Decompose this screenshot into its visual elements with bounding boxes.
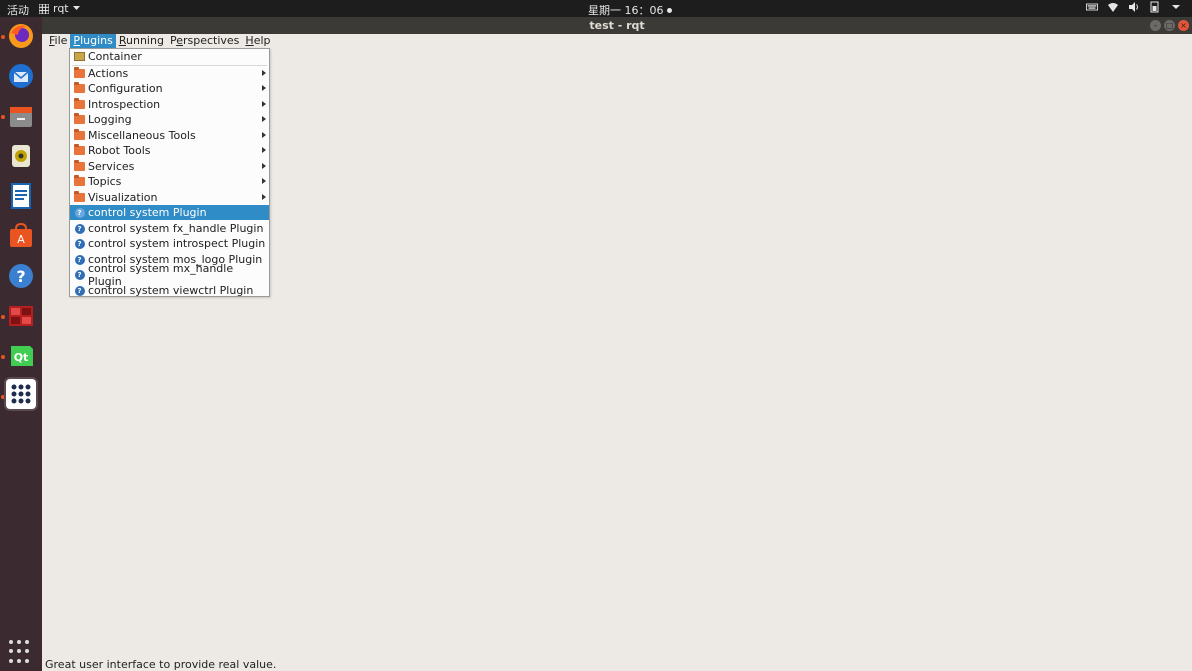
submenu-arrow-icon — [262, 163, 266, 169]
help-icon: ? — [74, 238, 85, 249]
menu-item-control-system-introspect-plugin[interactable]: ? control system introspect Plugin — [70, 236, 269, 251]
menu-item-label: Services — [88, 160, 135, 173]
menu-plugins[interactable]: Plugins — [70, 34, 116, 48]
folder-icon — [74, 175, 85, 187]
thunderbird-icon[interactable] — [4, 59, 38, 93]
svg-text:?: ? — [16, 267, 25, 286]
menu-item-control-system-mx-handle-plugin[interactable]: ? control system mx_handle Plugin — [70, 262, 269, 288]
menu-item-label: Miscellaneous Tools — [88, 129, 196, 142]
submenu-arrow-icon — [262, 132, 266, 138]
battery-icon — [1150, 1, 1159, 13]
submenu-arrow-icon — [262, 70, 266, 76]
folder-icon — [74, 67, 85, 79]
dock: A ? Qt — [0, 17, 42, 671]
menu-item-services[interactable]: Services — [70, 159, 269, 174]
svg-text:A: A — [17, 233, 25, 246]
menu-item-topics[interactable]: Topics — [70, 174, 269, 189]
menu-item-label: Topics — [88, 175, 122, 188]
submenu-arrow-icon — [262, 85, 266, 91]
status-bar: Great user interface to provide real val… — [45, 658, 277, 671]
chevron-down-icon — [72, 6, 80, 10]
help-icon[interactable]: ? — [4, 259, 38, 293]
clock[interactable]: 星期一 16：06 — [588, 2, 672, 18]
terminal-app-icon[interactable] — [4, 299, 38, 333]
menu-item-label: Container — [88, 50, 142, 63]
folder-icon — [74, 160, 85, 172]
menu-item-container[interactable]: Container — [70, 49, 269, 64]
folder-icon — [74, 82, 85, 94]
menu-item-label: Configuration — [88, 82, 163, 95]
close-button[interactable]: × — [1178, 20, 1189, 31]
writer-icon[interactable] — [4, 179, 38, 213]
menu-item-label: control system viewctrl Plugin — [88, 284, 254, 297]
software-center-icon[interactable]: A — [4, 219, 38, 253]
svg-text:Qt: Qt — [14, 351, 29, 364]
menu-help[interactable]: Help — [242, 34, 273, 48]
menu-perspectives[interactable]: Perspectives — [167, 34, 242, 48]
menu-item-actions[interactable]: Actions — [70, 66, 269, 81]
submenu-arrow-icon — [262, 101, 266, 107]
app-menu-button[interactable]: rqt — [39, 2, 80, 15]
grid-icon — [39, 3, 49, 14]
activities-button[interactable]: 活动 — [7, 2, 29, 18]
menu-item-robot-tools[interactable]: Robot Tools — [70, 143, 269, 158]
menu-item-configuration[interactable]: Configuration — [70, 81, 269, 96]
menu-item-visualization[interactable]: Visualization — [70, 190, 269, 205]
notification-dot-icon — [666, 7, 672, 13]
help-icon: ? — [74, 254, 85, 265]
rqt-app-icon[interactable] — [4, 377, 38, 411]
menu-running[interactable]: Running — [116, 34, 167, 48]
menu-item-label: Introspection — [88, 98, 161, 111]
menu-file[interactable]: File — [46, 34, 70, 48]
clock-label: 星期一 16：06 — [588, 4, 664, 17]
menu-item-control-system-viewctrl-plugin[interactable]: ? control system viewctrl Plugin — [70, 283, 269, 298]
submenu-arrow-icon — [262, 116, 266, 122]
folder-icon — [74, 191, 85, 203]
submenu-arrow-icon — [262, 194, 266, 200]
keyboard-icon — [1086, 3, 1098, 11]
submenu-arrow-icon — [262, 147, 266, 153]
menu-bar: File Plugins Running Perspectives Help — [42, 34, 1192, 48]
window-title: test - rqt — [589, 19, 645, 32]
app-menu-label: rqt — [53, 2, 69, 15]
menu-item-miscellaneous-tools[interactable]: Miscellaneous Tools — [70, 128, 269, 143]
system-tray[interactable] — [1086, 1, 1182, 13]
system-top-bar: 活动 rqt 星期一 16：06 — [0, 0, 1192, 17]
folder-icon — [74, 129, 85, 141]
qt-creator-icon[interactable]: Qt — [4, 339, 38, 373]
help-icon: ? — [74, 285, 85, 296]
folder-icon — [74, 113, 85, 125]
menu-item-logging[interactable]: Logging — [70, 112, 269, 127]
wifi-icon — [1108, 3, 1118, 12]
folder-icon — [74, 98, 85, 110]
menu-item-label: Visualization — [88, 191, 158, 204]
menu-item-introspection[interactable]: Introspection — [70, 97, 269, 112]
container-icon — [74, 52, 85, 62]
minimize-button[interactable]: – — [1150, 20, 1161, 31]
volume-icon — [1129, 2, 1138, 12]
plugins-dropdown-menu: Container Actions Configuration Introspe… — [69, 48, 270, 297]
menu-item-label: control system introspect Plugin — [88, 237, 266, 250]
rhythmbox-icon[interactable] — [4, 139, 38, 173]
menu-item-label: control system Plugin — [88, 206, 207, 219]
menu-item-label: Robot Tools — [88, 144, 151, 157]
maximize-button[interactable]: □ — [1164, 20, 1175, 31]
window-title-bar[interactable]: test - rqt – □ × — [42, 17, 1192, 34]
menu-item-label: Logging — [88, 113, 132, 126]
menu-item-control-system-fx-handle-plugin[interactable]: ? control system fx_handle Plugin — [70, 221, 269, 236]
menu-item-label: control system fx_handle Plugin — [88, 222, 264, 235]
menu-item-control-system-plugin[interactable]: ? control system Plugin — [70, 205, 269, 220]
help-icon: ? — [74, 207, 85, 218]
folder-icon — [74, 144, 85, 156]
files-icon[interactable] — [4, 99, 38, 133]
help-icon: ? — [74, 223, 85, 234]
chevron-down-icon — [1172, 5, 1180, 9]
show-applications-icon[interactable] — [9, 640, 33, 664]
submenu-arrow-icon — [262, 178, 266, 184]
firefox-icon[interactable] — [4, 19, 38, 53]
menu-item-label: Actions — [88, 67, 129, 80]
help-icon: ? — [74, 269, 85, 280]
